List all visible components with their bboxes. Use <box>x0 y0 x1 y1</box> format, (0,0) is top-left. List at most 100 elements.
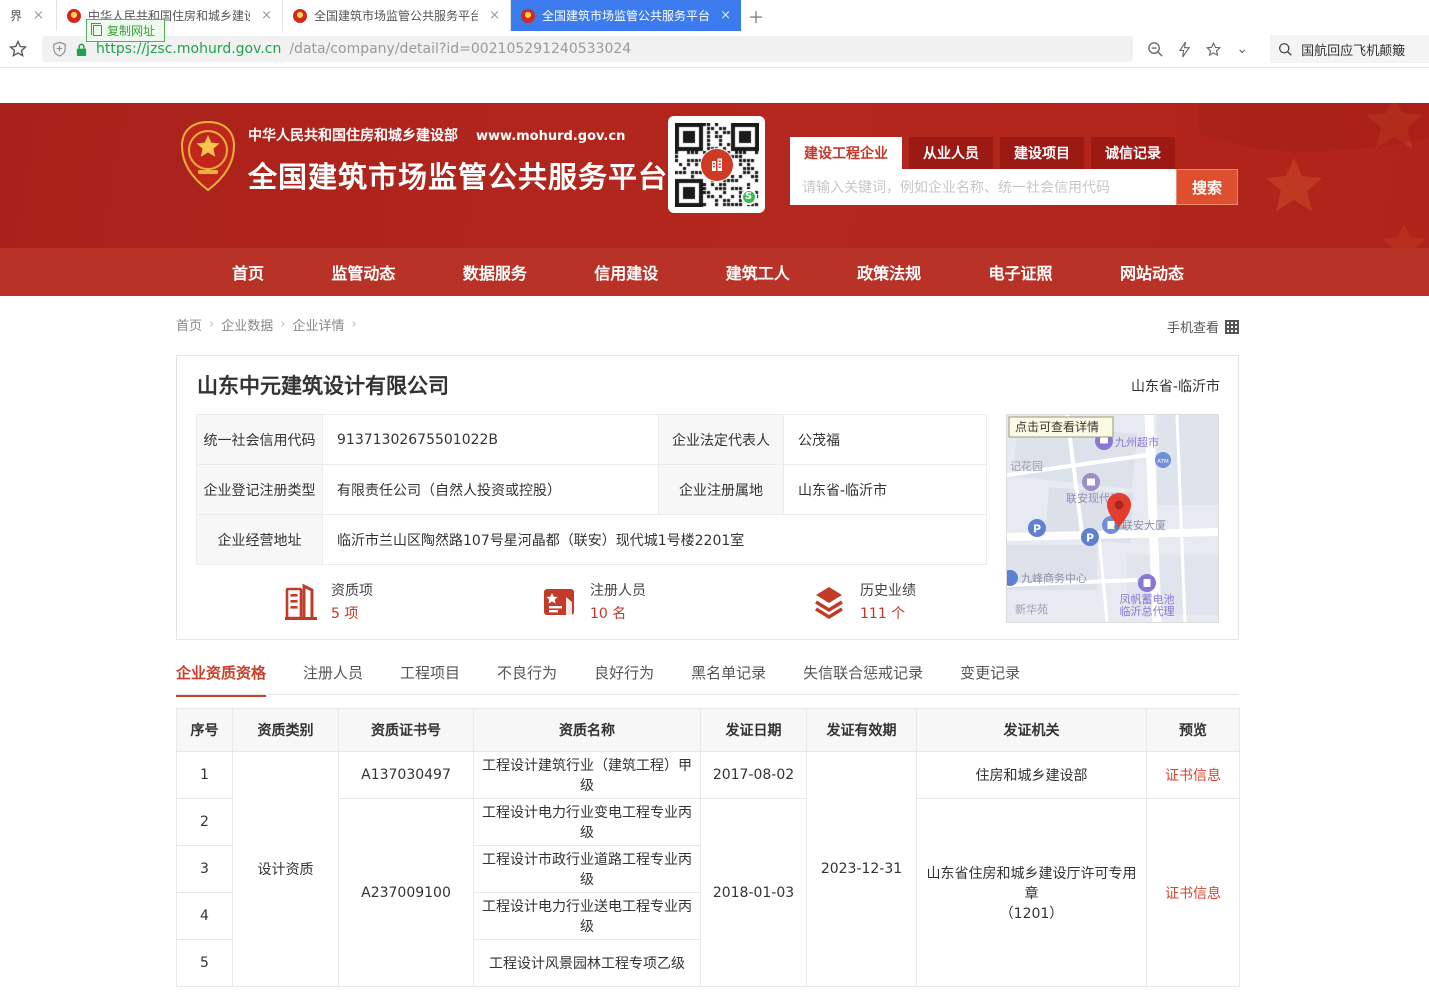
ministry-url: www.mohurd.gov.cn <box>476 129 625 144</box>
svg-text:记花园: 记花园 <box>1010 460 1043 473</box>
search-tab-project[interactable]: 建设项目 <box>1000 137 1084 169</box>
cell-cert-no: A237009100 <box>339 799 474 987</box>
browser-tab-bar: 界 × 中华人民共和国住房和城乡建设 × 全国建筑市场监管公共服务平台 × 全国… <box>0 0 1429 31</box>
browser-tab-active[interactable]: 全国建筑市场监管公共服务平台 × <box>511 0 741 31</box>
reg-region-label: 企业注册属地 <box>658 464 784 515</box>
cell-authority: 山东省住房和城乡建设厅许可专用章 （1201） <box>917 799 1147 987</box>
chevron-down-icon[interactable]: ⌄ <box>1236 44 1248 54</box>
nav-home[interactable]: 首页 <box>232 260 264 284</box>
tab-qualifications[interactable]: 企业资质资格 <box>176 662 266 697</box>
breadcrumb-company-data[interactable]: 企业数据 <box>221 315 273 334</box>
site-banner: 中华人民共和国住房和城乡建设部 www.mohurd.gov.cn 全国建筑市场… <box>0 103 1429 248</box>
flash-icon[interactable] <box>1178 41 1191 58</box>
cell-qual-name: 工程设计建筑行业（建筑工程）甲级 <box>474 752 701 799</box>
site-favicon-icon <box>521 9 535 23</box>
reg-region-value: 山东省-临沂市 <box>783 464 987 515</box>
svg-text:ATM: ATM <box>1157 459 1169 465</box>
col-issue-date: 发证日期 <box>701 709 807 752</box>
browser-toolbar: https://jzsc.mohurd.gov.cn/data/company/… <box>0 31 1429 68</box>
tab-projects[interactable]: 工程项目 <box>400 662 460 695</box>
credit-code-value: 91371302675501022B <box>322 414 659 465</box>
qr-code-panel: S <box>668 116 765 213</box>
tab-close-icon[interactable]: × <box>489 8 500 23</box>
cell-seq: 1 <box>177 752 233 799</box>
cell-seq: 5 <box>177 940 233 987</box>
browser-tab[interactable]: 界 × <box>0 0 57 31</box>
tab-registered-personnel[interactable]: 注册人员 <box>303 662 363 695</box>
nav-credit[interactable]: 信用建设 <box>594 260 658 284</box>
layers-icon <box>811 584 847 620</box>
new-tab-button[interactable]: ＋ <box>741 0 771 31</box>
nav-supervision[interactable]: 监管动态 <box>331 260 395 284</box>
col-qual-name: 资质名称 <box>474 709 701 752</box>
tab-close-icon[interactable]: × <box>261 8 272 23</box>
url-host: https://jzsc.mohurd.gov.cn <box>96 41 281 57</box>
company-location-map[interactable]: 九州超市 ATM 记花园 联安现代城 联安大厦 P P 九峰商务中心 凤帆蓄电池… <box>1006 414 1219 623</box>
browser-tab[interactable]: 全国建筑市场监管公共服务平台 × <box>283 0 511 31</box>
legal-rep-label: 企业法定代表人 <box>658 414 784 465</box>
stat-history-performance: 历史业绩 111 个 <box>811 580 916 623</box>
svg-text:P: P <box>1086 532 1094 545</box>
tab-change-records[interactable]: 变更记录 <box>960 662 1020 695</box>
nav-data-service[interactable]: 数据服务 <box>463 260 527 284</box>
https-lock-icon <box>75 42 88 57</box>
mobile-view-link[interactable]: 手机查看 <box>1167 317 1239 336</box>
map-tooltip: 点击可查看详情 <box>1015 419 1099 434</box>
tab-close-icon[interactable]: × <box>720 8 731 23</box>
company-info-table: 统一社会信用代码 91371302675501022B 企业法定代表人 公茂福 … <box>197 415 987 565</box>
nav-policy[interactable]: 政策法规 <box>857 260 921 284</box>
legal-rep-value: 公茂福 <box>783 414 987 465</box>
quick-search-box[interactable]: 国航回应飞机颠簸 <box>1270 35 1429 63</box>
certificate-info-link[interactable]: 证书信息 <box>1165 768 1221 784</box>
cell-qual-name: 工程设计市政行业道路工程专业丙级 <box>474 846 701 893</box>
search-tab-personnel[interactable]: 从业人员 <box>909 137 993 169</box>
bookmark-star-icon[interactable] <box>8 39 28 59</box>
tab-blacklist[interactable]: 黑名单记录 <box>691 662 766 695</box>
copy-icon <box>93 25 102 36</box>
nav-site-news[interactable]: 网站动态 <box>1120 260 1184 284</box>
cell-issue-date: 2018-01-03 <box>701 799 807 987</box>
nav-e-license[interactable]: 电子证照 <box>989 260 1053 284</box>
table-row: 1 设计资质 A137030497 工程设计建筑行业（建筑工程）甲级 2017-… <box>177 752 1240 799</box>
tab-dishonesty-records[interactable]: 失信联合惩戒记录 <box>803 662 923 695</box>
address-bar[interactable]: https://jzsc.mohurd.gov.cn/data/company/… <box>42 36 1133 62</box>
building-icon <box>284 583 318 621</box>
col-authority: 发证机关 <box>917 709 1147 752</box>
zoom-out-icon[interactable] <box>1147 41 1164 58</box>
main-navigation: 首页 监管动态 数据服务 信用建设 建筑工人 政策法规 电子证照 网站动态 <box>0 248 1429 296</box>
col-preview: 预览 <box>1147 709 1240 752</box>
certificate-info-link[interactable]: 证书信息 <box>1165 886 1221 902</box>
breadcrumb: 首页 › 企业数据 › 企业详情 › <box>176 315 357 334</box>
breadcrumb-separator-icon: › <box>351 317 356 332</box>
shield-icon[interactable] <box>52 41 67 57</box>
search-button[interactable]: 搜索 <box>1176 169 1238 205</box>
nav-workers[interactable]: 建筑工人 <box>726 260 790 284</box>
cell-seq: 3 <box>177 846 233 893</box>
reg-type-value: 有限责任公司（自然人投资或控股） <box>322 464 659 515</box>
favorite-star-icon[interactable] <box>1205 41 1222 58</box>
cell-authority: 住房和城乡建设部 <box>917 752 1147 799</box>
breadcrumb-separator-icon: › <box>280 317 285 332</box>
breadcrumb-home[interactable]: 首页 <box>176 315 202 334</box>
breadcrumb-company-detail[interactable]: 企业详情 <box>292 315 344 334</box>
ministry-name: 中华人民共和国住房和城乡建设部 <box>248 125 458 145</box>
detail-tabs: 企业资质资格 注册人员 工程项目 不良行为 良好行为 黑名单记录 失信联合惩戒记… <box>176 662 1239 695</box>
cell-qual-name: 工程设计电力行业送电工程专业丙级 <box>474 893 701 940</box>
svg-text:凤帆蓄电池: 凤帆蓄电池 <box>1120 592 1175 606</box>
table-header-row: 序号 资质类别 资质证书号 资质名称 发证日期 发证有效期 发证机关 预览 <box>177 709 1240 752</box>
cell-seq: 2 <box>177 799 233 846</box>
keyword-search-input[interactable] <box>790 169 1176 205</box>
tab-good-behavior[interactable]: 良好行为 <box>594 662 654 695</box>
search-tab-enterprise[interactable]: 建设工程企业 <box>790 137 902 169</box>
tab-bad-behavior[interactable]: 不良行为 <box>497 662 557 695</box>
col-cert-no: 资质证书号 <box>339 709 474 752</box>
cell-preview: 证书信息 <box>1147 752 1240 799</box>
national-emblem-logo <box>178 120 238 194</box>
search-tab-credit[interactable]: 诚信记录 <box>1091 137 1175 169</box>
stat-qualifications: 资质项 5 项 <box>284 580 373 623</box>
company-detail-card: 山东中元建筑设计有限公司 山东省-临沂市 统一社会信用代码 9137130267… <box>176 355 1239 640</box>
cell-qual-name: 工程设计电力行业变电工程专业丙级 <box>474 799 701 846</box>
cell-category: 设计资质 <box>233 752 339 987</box>
tab-close-icon[interactable]: × <box>33 8 44 23</box>
qualification-table: 序号 资质类别 资质证书号 资质名称 发证日期 发证有效期 发证机关 预览 1 … <box>176 708 1240 987</box>
